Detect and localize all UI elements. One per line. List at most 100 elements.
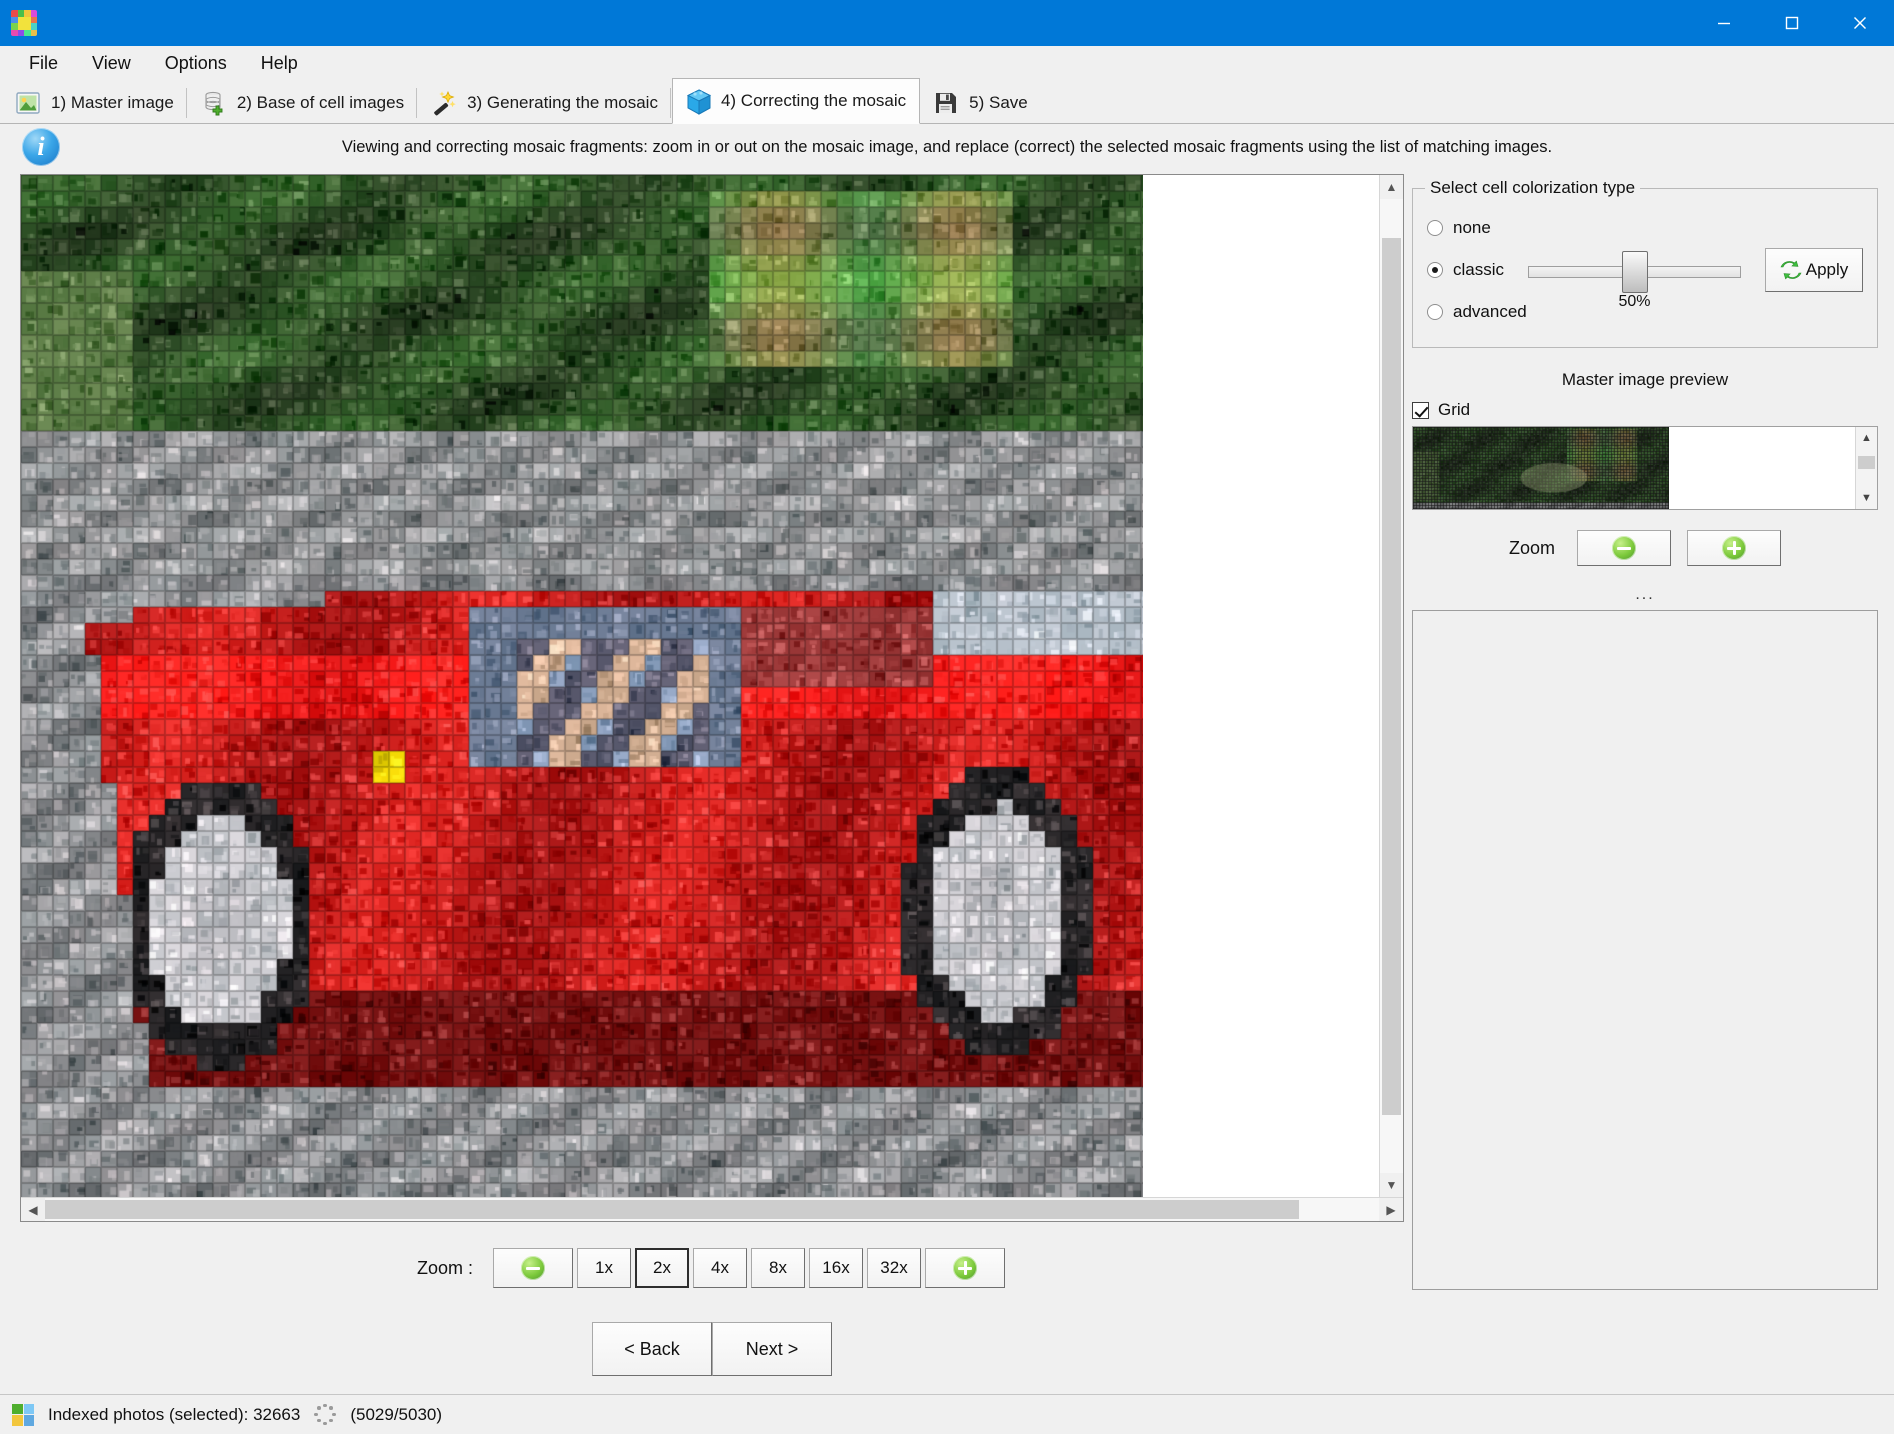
minimize-icon[interactable]	[1690, 0, 1758, 46]
wizard-navigation: < Back Next >	[20, 1322, 1404, 1376]
progress-text: (5029/5030)	[350, 1405, 442, 1425]
mosaic-horizontal-scrollbar[interactable]: ◀ ▶	[21, 1197, 1403, 1221]
preview-scroll-thumb[interactable]	[1858, 456, 1875, 469]
indexed-photos-icon	[12, 1404, 34, 1426]
horizontal-scroll-thumb[interactable]	[45, 1200, 1299, 1219]
zoom-out-icon	[1612, 536, 1636, 560]
maximize-icon[interactable]	[1758, 0, 1826, 46]
indexed-photos-text: Indexed photos (selected): 32663	[48, 1405, 300, 1425]
floppy-disk-icon	[932, 89, 960, 117]
picture-icon	[14, 89, 42, 117]
scroll-left-icon[interactable]: ◀	[21, 1198, 45, 1221]
master-image-preview[interactable]	[1413, 427, 1669, 509]
grid-checkbox-row[interactable]: Grid	[1412, 400, 1878, 420]
grid-checkbox[interactable]	[1412, 402, 1429, 419]
back-button[interactable]: < Back	[592, 1322, 712, 1376]
next-button[interactable]: Next >	[712, 1322, 832, 1376]
zoom-level-2x-button[interactable]: 2x	[635, 1248, 689, 1288]
scroll-right-icon[interactable]: ▶	[1379, 1198, 1403, 1221]
zoom-level-4x-button[interactable]: 4x	[693, 1248, 747, 1288]
zoom-in-icon	[953, 1256, 977, 1280]
master-image-preview-title: Master image preview	[1412, 370, 1878, 390]
close-icon[interactable]	[1826, 0, 1894, 46]
tab-master-image[interactable]: 1) Master image	[2, 81, 188, 123]
window-controls	[1690, 0, 1894, 46]
colorization-groupbox: Select cell colorization type none class…	[1412, 188, 1878, 348]
main-content: ▲ ▼ ◀ ▶ Zoom :	[0, 170, 1894, 1394]
status-bar: Indexed photos (selected): 32663 (5029/5…	[0, 1394, 1894, 1434]
more-options-row: ...	[1412, 586, 1878, 604]
tab-label: 4) Correcting the mosaic	[721, 91, 906, 111]
colorization-group-title: Select cell colorization type	[1425, 178, 1640, 198]
menu-options[interactable]: Options	[148, 50, 244, 77]
zoom-level-16x-button[interactable]: 16x	[809, 1248, 863, 1288]
colorization-option-classic-row: classic 50% Apply	[1427, 249, 1863, 291]
zoom-level-32x-button[interactable]: 32x	[867, 1248, 921, 1288]
loading-spinner-icon	[314, 1404, 336, 1426]
horizontal-scroll-track[interactable]	[45, 1198, 1379, 1221]
slider-thumb[interactable]	[1622, 251, 1648, 293]
mosaic-frame: ▲ ▼ ◀ ▶	[20, 174, 1404, 1222]
mosaic-vertical-scrollbar[interactable]: ▲ ▼	[1379, 175, 1403, 1197]
wizard-tab-strip: 1) Master image 2) Base of cell images	[0, 80, 1894, 124]
info-text: Viewing and correcting mosaic fragments:…	[0, 138, 1894, 157]
apply-button[interactable]: Apply	[1765, 248, 1863, 292]
info-icon: i	[22, 128, 60, 166]
matching-images-panel[interactable]	[1412, 610, 1878, 1290]
preview-vertical-scrollbar[interactable]: ▲ ▼	[1855, 427, 1877, 509]
slider-value-label: 50%	[1618, 293, 1650, 311]
settings-pane: Select cell colorization type none class…	[1404, 170, 1894, 1394]
master-image-preview-frame: ▲ ▼	[1412, 426, 1878, 510]
tab-label: 5) Save	[969, 93, 1028, 113]
menu-bar: File View Options Help	[0, 46, 1894, 80]
zoom-level-1x-button[interactable]: 1x	[577, 1248, 631, 1288]
app-icon	[11, 10, 37, 36]
mosaic-viewport[interactable]	[21, 175, 1379, 1197]
colorization-option-none[interactable]: none	[1427, 207, 1863, 249]
tab-generating-the-mosaic[interactable]: 3) Generating the mosaic	[418, 81, 672, 123]
preview-zoom-label: Zoom	[1509, 538, 1555, 559]
menu-help[interactable]: Help	[244, 50, 315, 77]
recycle-icon	[1780, 260, 1802, 280]
zoom-out-icon	[521, 1256, 545, 1280]
menu-file[interactable]: File	[12, 50, 75, 77]
database-add-icon	[200, 89, 228, 117]
mosaic-image[interactable]	[21, 175, 1143, 1197]
preview-viewport[interactable]	[1413, 427, 1855, 509]
preview-zoom-in-button[interactable]	[1687, 530, 1781, 566]
scroll-down-icon[interactable]: ▼	[1380, 1173, 1403, 1197]
zoom-out-button[interactable]	[493, 1248, 573, 1288]
zoom-level-8x-button[interactable]: 8x	[751, 1248, 805, 1288]
vertical-scroll-thumb[interactable]	[1382, 238, 1401, 1115]
colorization-strength-slider[interactable]: 50%	[1528, 249, 1741, 291]
scroll-up-icon[interactable]: ▲	[1380, 175, 1403, 199]
more-options-button[interactable]: ...	[1627, 586, 1663, 604]
zoom-in-button[interactable]	[925, 1248, 1005, 1288]
tab-base-of-cell-images[interactable]: 2) Base of cell images	[188, 81, 418, 123]
title-bar	[0, 0, 1894, 46]
zoom-toolbar: Zoom : 1x 2x 4x 8x 16x 32x	[20, 1236, 1404, 1300]
mosaic-pane: ▲ ▼ ◀ ▶ Zoom :	[0, 170, 1404, 1394]
tab-save[interactable]: 5) Save	[920, 81, 1042, 123]
radio-none[interactable]	[1427, 220, 1443, 236]
menu-view[interactable]: View	[75, 50, 148, 77]
radio-classic[interactable]	[1427, 262, 1443, 278]
radio-advanced[interactable]	[1427, 304, 1443, 320]
radio-none-label: none	[1453, 218, 1491, 238]
preview-scroll-up-icon[interactable]: ▲	[1856, 427, 1877, 449]
preview-scroll-track[interactable]	[1856, 449, 1877, 487]
grid-checkbox-label: Grid	[1438, 400, 1470, 420]
radio-advanced-label: advanced	[1453, 302, 1527, 322]
radio-classic-label: classic	[1453, 260, 1504, 280]
preview-zoom-out-button[interactable]	[1577, 530, 1671, 566]
zoom-in-icon	[1722, 536, 1746, 560]
tab-label: 2) Base of cell images	[237, 93, 404, 113]
zoom-label: Zoom :	[417, 1258, 473, 1279]
preview-scroll-down-icon[interactable]: ▼	[1856, 487, 1877, 509]
vertical-scroll-track[interactable]	[1380, 199, 1403, 1173]
tab-correcting-the-mosaic[interactable]: 4) Correcting the mosaic	[672, 78, 920, 124]
application-window: File View Options Help 1) Master image	[0, 0, 1894, 1434]
blue-cube-icon	[684, 87, 712, 115]
tab-label: 1) Master image	[51, 93, 174, 113]
info-bar: i Viewing and correcting mosaic fragment…	[0, 124, 1894, 170]
